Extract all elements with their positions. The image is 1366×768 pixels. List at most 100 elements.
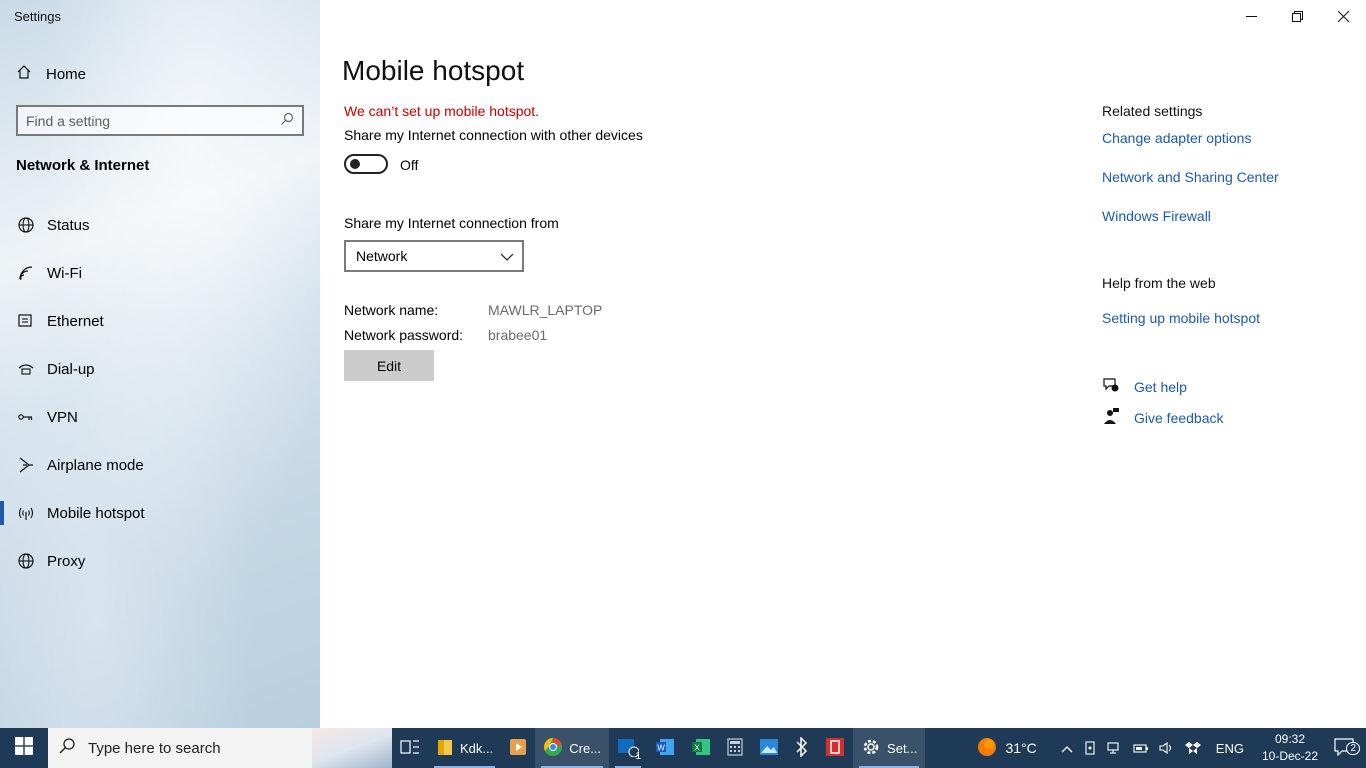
taskbar-app-label: Cre... — [569, 740, 602, 756]
app-title: Settings — [14, 9, 61, 24]
network-password-value: brabee01 — [488, 327, 548, 343]
find-setting-search[interactable] — [16, 105, 304, 136]
weather-temp: 31°C — [1005, 740, 1037, 756]
share-from-dropdown[interactable]: Network — [344, 240, 524, 272]
taskbar-app-chrome[interactable]: Cre... — [535, 728, 610, 768]
photos-icon — [759, 738, 779, 759]
related-settings-title: Related settings — [1102, 103, 1203, 119]
window-controls — [1228, 0, 1366, 32]
chevron-down-icon — [500, 248, 514, 264]
change-adapter-options-link[interactable]: Change adapter options — [1102, 130, 1251, 146]
language-indicator[interactable]: ENG — [1206, 741, 1254, 756]
notification-center-button[interactable]: 2 — [1326, 737, 1366, 759]
section-title: Network & Internet — [16, 157, 150, 174]
outlook-badge: 1 — [635, 751, 642, 762]
give-feedback-link[interactable]: Give feedback — [1102, 407, 1224, 428]
sidebar-item-proxy[interactable]: Proxy — [0, 537, 320, 585]
feedback-person-icon — [1102, 407, 1120, 428]
close-button[interactable] — [1320, 0, 1366, 32]
taskbar-app-bluetooth[interactable] — [787, 728, 817, 768]
network-sharing-center-link[interactable]: Network and Sharing Center — [1102, 169, 1279, 185]
sidebar-item-dialup[interactable]: Dial-up — [0, 345, 320, 393]
taskbar-search-placeholder: Type here to search — [88, 739, 221, 757]
settings-gear-icon — [861, 737, 881, 760]
notification-count-badge: 2 — [1346, 741, 1360, 755]
minimize-button[interactable] — [1228, 0, 1274, 32]
windows-firewall-link[interactable]: Windows Firewall — [1102, 208, 1211, 224]
network-name-label: Network name: — [344, 302, 439, 318]
get-help-label: Get help — [1134, 378, 1187, 395]
taskbar-app-file-explorer[interactable]: Kdk... — [428, 728, 501, 768]
sidebar-item-label: VPN — [47, 408, 78, 426]
page-title: Mobile hotspot — [342, 55, 525, 86]
taskbar-app-red[interactable] — [817, 728, 853, 768]
sidebar-item-label: Mobile hotspot — [47, 504, 145, 522]
search-icon[interactable] — [280, 112, 294, 129]
wifi-icon — [16, 263, 36, 283]
taskbar-app-settings[interactable]: Set... — [853, 728, 926, 768]
sidebar-nav: Status Wi-Fi Ethernet Dial-up VPN Airpla… — [0, 201, 320, 585]
taskbar-app-calculator[interactable] — [719, 728, 751, 768]
dropbox-icon[interactable] — [1180, 741, 1206, 755]
taskbar-app-word[interactable]: W — [647, 728, 683, 768]
sidebar-item-mobile-hotspot[interactable]: Mobile hotspot — [0, 489, 320, 537]
taskbar-app-label: Set... — [887, 740, 918, 756]
network-name-row: Network name: MAWLR_LAPTOP — [344, 302, 602, 318]
network-password-label: Network password: — [344, 327, 464, 343]
file-explorer-icon — [436, 738, 454, 759]
clock-time: 09:32 — [1274, 732, 1305, 746]
sidebar-item-label: Dial-up — [47, 360, 95, 378]
clock[interactable]: 09:32 10-Dec-22 — [1254, 731, 1326, 765]
battery-icon[interactable] — [1128, 741, 1154, 755]
sidebar-item-wifi[interactable]: Wi-Fi — [0, 249, 320, 297]
sidebar-item-status[interactable]: Status — [0, 201, 320, 249]
volume-icon[interactable] — [1154, 741, 1180, 755]
excel-icon: X — [691, 738, 711, 759]
get-help-link[interactable]: Get help — [1102, 376, 1187, 397]
sidebar-item-label: Status — [47, 216, 90, 234]
hotspot-toggle[interactable] — [344, 154, 388, 174]
globe-icon — [16, 551, 36, 571]
task-view-button[interactable] — [392, 728, 428, 768]
taskbar-app-excel[interactable]: X — [683, 728, 719, 768]
share-from-label: Share my Internet connection from — [344, 215, 559, 231]
ethernet-icon — [16, 311, 36, 331]
weather-widget[interactable]: 31°C — [971, 736, 1042, 761]
edit-button[interactable]: Edit — [344, 350, 434, 381]
airplane-icon — [16, 455, 36, 475]
svg-text:X: X — [694, 743, 700, 752]
toggle-state-label: Off — [400, 157, 419, 173]
dialup-icon — [16, 359, 36, 379]
share-connection-label: Share my Internet connection with other … — [344, 127, 643, 143]
network-name-value: MAWLR_LAPTOP — [488, 302, 603, 318]
sidebar-item-vpn[interactable]: VPN — [0, 393, 320, 441]
find-setting-input[interactable] — [26, 112, 280, 129]
windows-logo-icon — [15, 736, 33, 760]
toggle-knob — [350, 159, 360, 169]
word-icon: W — [655, 738, 675, 759]
sidebar-item-airplane[interactable]: Airplane mode — [0, 441, 320, 489]
restore-button[interactable] — [1274, 0, 1320, 32]
task-view-icon — [400, 738, 420, 759]
start-button[interactable] — [0, 728, 48, 768]
sidebar-item-label: Proxy — [47, 552, 86, 570]
home-nav-item[interactable]: Home — [16, 62, 86, 86]
network-icon[interactable] — [1102, 741, 1128, 755]
search-highlight-image — [312, 728, 392, 768]
main-content: Mobile hotspot We can’t set up mobile ho… — [320, 0, 1366, 728]
taskbar-app-media-player[interactable] — [501, 728, 535, 768]
taskbar-app-photos[interactable] — [751, 728, 787, 768]
taskbar-app-outlook[interactable]: 1 — [609, 728, 647, 768]
bluetooth-icon — [795, 735, 809, 760]
hotspot-icon — [16, 503, 36, 523]
clock-date: 10-Dec-22 — [1261, 749, 1318, 763]
show-hidden-icons-button[interactable] — [1056, 741, 1078, 756]
red-app-icon — [825, 737, 845, 760]
tray-device-icon[interactable] — [1078, 741, 1102, 755]
sidebar-item-label: Ethernet — [47, 312, 104, 330]
sidebar-item-ethernet[interactable]: Ethernet — [0, 297, 320, 345]
chevron-up-icon — [1061, 741, 1073, 756]
setting-up-hotspot-link[interactable]: Setting up mobile hotspot — [1102, 310, 1260, 326]
taskbar-search[interactable]: Type here to search — [48, 728, 392, 768]
help-from-web-title: Help from the web — [1102, 275, 1216, 291]
